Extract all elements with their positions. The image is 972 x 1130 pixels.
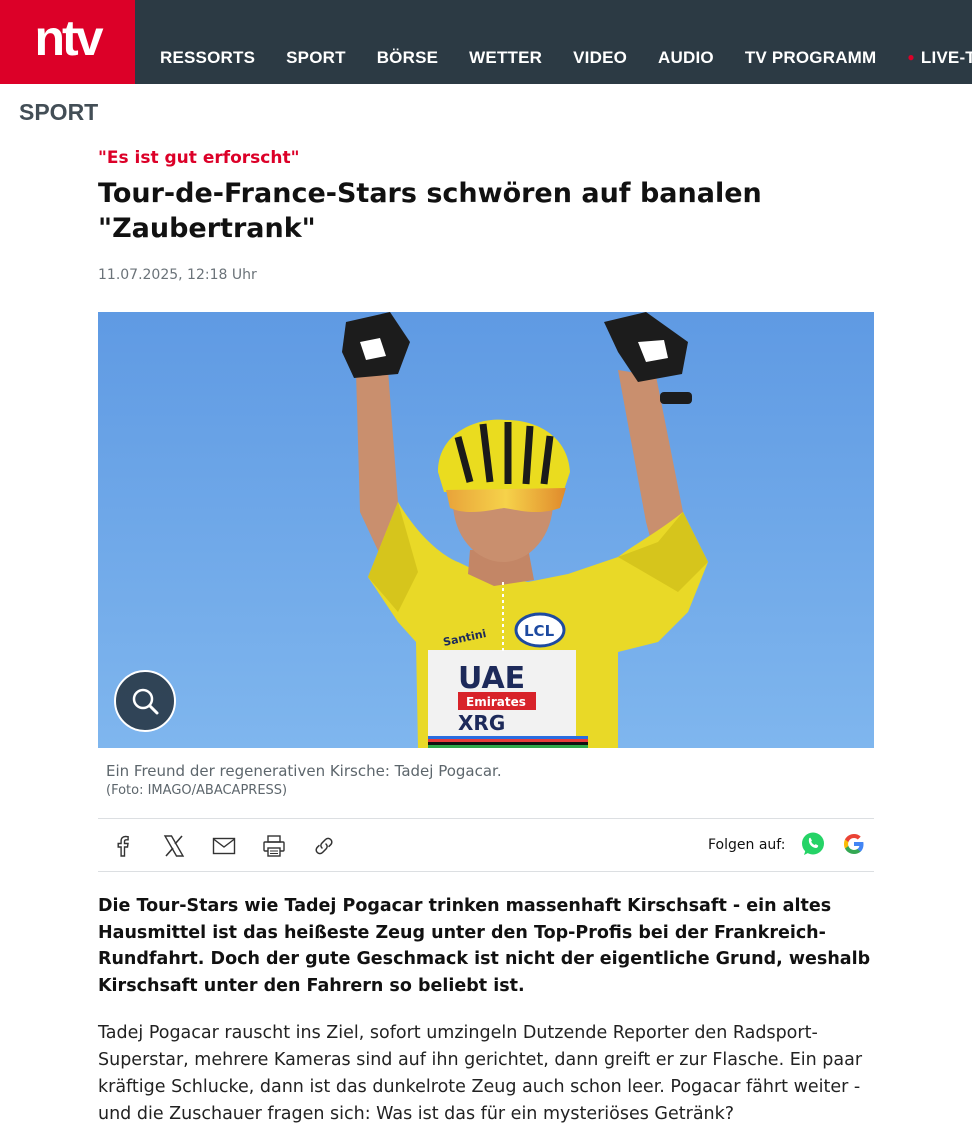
article-lead: Die Tour-Stars wie Tadej Pogacar trinken…	[98, 896, 871, 996]
nav-item-audio[interactable]: AUDIO	[658, 48, 714, 68]
x-icon[interactable]	[161, 833, 187, 859]
whatsapp-icon[interactable]	[800, 831, 826, 857]
article-paragraph: Tadej Pogacar rauscht ins Ziel, sofort u…	[98, 1023, 863, 1124]
link-icon[interactable]	[311, 833, 337, 859]
live-dot-icon: ●	[907, 50, 915, 64]
nav-item-wetter[interactable]: WETTER	[469, 48, 542, 68]
logo-text: ntv	[34, 10, 104, 66]
nav-item-boerse[interactable]: BÖRSE	[377, 48, 438, 68]
article-hero-image[interactable]: UAE Emirates XRG LCL Santini	[98, 312, 874, 748]
nav-item-sport[interactable]: SPORT	[286, 48, 346, 68]
article-date: 11.07.2025, 12:18 Uhr	[98, 267, 257, 283]
magnifier-icon	[132, 688, 159, 715]
image-caption: Ein Freund der regenerativen Kirsche: Ta…	[106, 762, 502, 780]
article-kicker: "Es ist gut erforscht"	[98, 148, 300, 168]
nav-item-live-tv[interactable]: ● LIVE-TV	[907, 48, 972, 68]
facebook-icon[interactable]	[110, 833, 136, 859]
jersey-lcl-text: LCL	[524, 622, 555, 640]
nav-item-tv-programm[interactable]: TV PROGRAMM	[745, 48, 877, 68]
jersey-xrg-text: XRG	[458, 711, 505, 735]
print-icon[interactable]	[261, 833, 287, 859]
follow-label: Folgen auf:	[708, 837, 786, 853]
google-icon[interactable]	[841, 831, 867, 857]
image-credit: (Foto: IMAGO/ABACAPRESS)	[106, 783, 288, 798]
live-tv-label: LIVE-TV	[920, 48, 972, 67]
ntv-logo[interactable]: ntv	[0, 0, 135, 84]
nav-item-ressorts[interactable]: RESSORTS	[160, 48, 255, 68]
share-bar: Folgen auf:	[98, 818, 874, 872]
cyclist-photo: UAE Emirates XRG LCL Santini	[98, 312, 874, 748]
article-headline: Tour-de-France-Stars schwören auf banale…	[98, 178, 762, 244]
site-header: ntv RESSORTS SPORT BÖRSE WETTER VIDEO AU…	[0, 0, 972, 84]
main-nav: RESSORTS SPORT BÖRSE WETTER VIDEO AUDIO …	[160, 48, 972, 68]
mail-icon[interactable]	[211, 833, 237, 859]
image-zoom-button[interactable]	[114, 670, 176, 732]
nav-item-video[interactable]: VIDEO	[573, 48, 627, 68]
jersey-uae-text: UAE	[458, 661, 525, 696]
section-label[interactable]: SPORT	[19, 99, 98, 126]
jersey-emirates-text: Emirates	[466, 695, 526, 709]
